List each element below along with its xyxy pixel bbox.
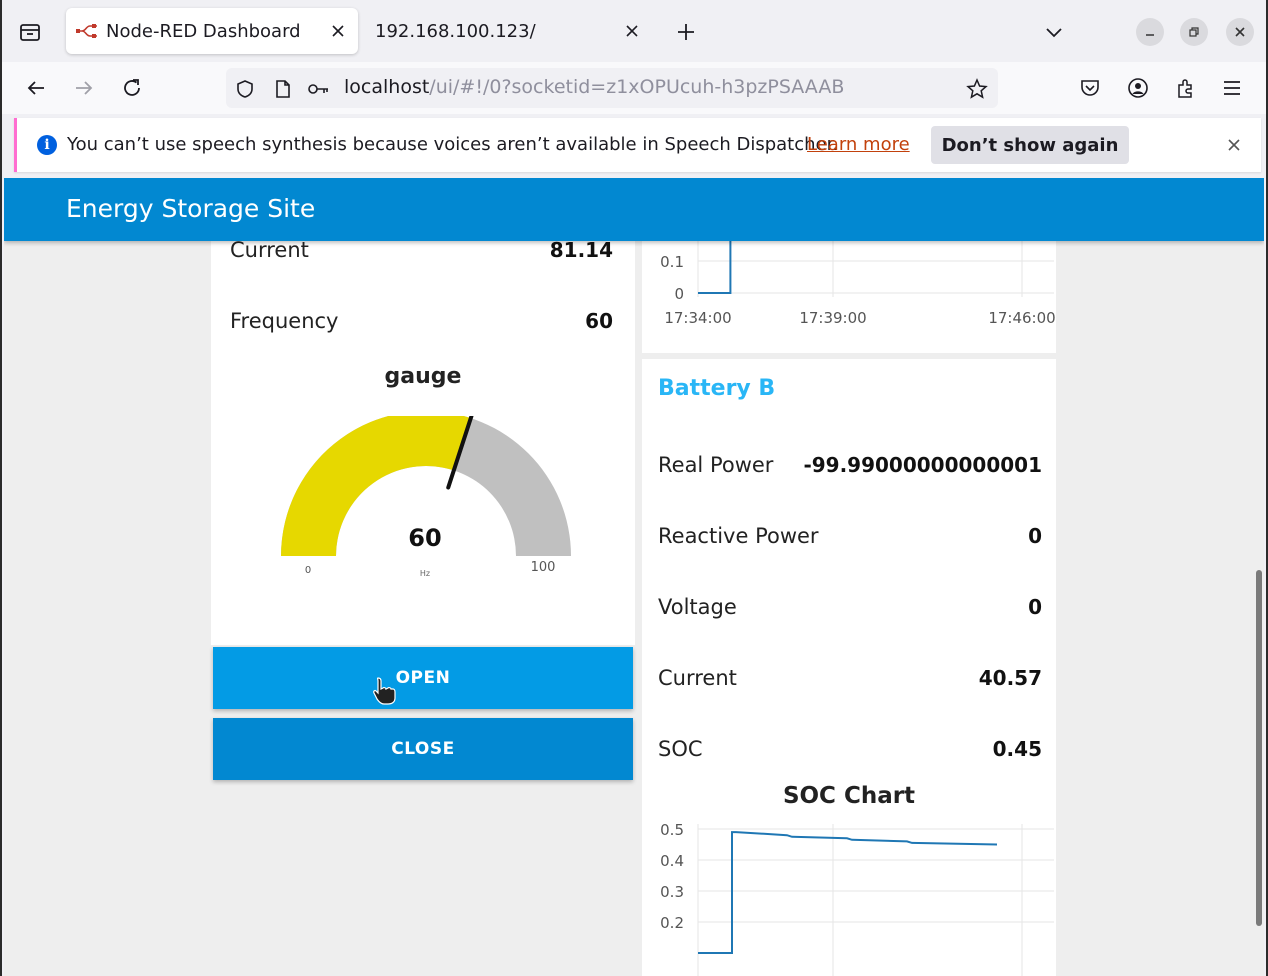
soc-series-line (698, 831, 998, 954)
list-all-tabs-icon[interactable] (1040, 18, 1068, 46)
url-path: /ui/#!/0?socketid=z1xOPUcuh-h3pzPSAAAB (429, 76, 845, 98)
info-icon: i (37, 135, 57, 155)
tab-title: 192.168.100.123/ (375, 20, 536, 42)
tab-remote-host[interactable]: 192.168.100.123/ (362, 8, 652, 54)
close-notification-icon[interactable] (1223, 134, 1245, 156)
soc-label: SOC (658, 737, 703, 761)
url-host: localhost (344, 76, 430, 98)
back-icon[interactable] (20, 72, 52, 104)
url-text[interactable]: localhost/ui/#!/0?socketid=z1xOPUcuh-h3p… (344, 76, 844, 98)
new-tab-icon[interactable] (672, 18, 700, 46)
voltage-value: 0 (1028, 595, 1042, 619)
key-icon[interactable] (308, 78, 330, 100)
top-chart-series-line (698, 229, 732, 294)
forward-icon[interactable] (68, 72, 100, 104)
soc-line-chart: 0.5 0.4 0.3 0.2 (660, 821, 1054, 976)
frequency-value: 60 (585, 309, 613, 333)
open-button[interactable]: OPEN (213, 647, 633, 709)
menu-icon[interactable] (1216, 72, 1248, 104)
close-tab-icon[interactable] (328, 21, 348, 41)
y-tick-label: 0.5 (660, 821, 684, 839)
tab-manager-icon[interactable] (16, 18, 44, 46)
extensions-icon[interactable] (1170, 72, 1202, 104)
shield-icon[interactable] (234, 78, 256, 100)
dashboard-title: Energy Storage Site (66, 194, 316, 223)
gauge-title: gauge (384, 364, 462, 389)
soc-chart-title: SOC Chart (782, 783, 916, 809)
tab-node-red-dashboard[interactable]: Node-RED Dashboard (66, 8, 358, 54)
tab-title: Node-RED Dashboard (106, 20, 301, 42)
x-tick-label: 17:46:00 (988, 309, 1055, 327)
hand-cursor-icon (373, 677, 396, 705)
real-power-value: -99.99000000000001 (803, 453, 1042, 477)
dashboard-toolbar: Energy Storage Site (4, 178, 1264, 241)
y-tick-label: 0.2 (660, 914, 684, 932)
reactive-power-label: Reactive Power (658, 524, 819, 548)
tab-strip: Node-RED Dashboard 192.168.100.123/ (2, 0, 1266, 62)
y-tick-label: 0.1 (660, 253, 684, 271)
close-button[interactable]: CLOSE (213, 718, 633, 780)
reactive-power-value: 0 (1028, 524, 1042, 548)
current-value: 81.14 (549, 238, 613, 262)
top-chart-card: 0.1 0 17:34:00 17:39:00 17:46:00 (642, 229, 1056, 353)
navigation-bar: localhost/ui/#!/0?socketid=z1xOPUcuh-h3p… (2, 62, 1266, 114)
restore-window-icon[interactable] (1180, 18, 1208, 46)
dont-show-again-button[interactable]: Don’t show again (931, 126, 1129, 164)
speech-notification-bar: i You can’t use speech synthesis because… (14, 118, 1261, 172)
soc-value: 0.45 (992, 737, 1042, 761)
notification-message: You can’t use speech synthesis because v… (67, 134, 839, 155)
current-label: Current (230, 238, 309, 262)
minimize-window-icon[interactable] (1136, 18, 1164, 46)
battery-b-title: Battery B (658, 376, 776, 401)
frequency-label: Frequency (230, 309, 339, 333)
bookmark-star-icon[interactable] (966, 78, 988, 100)
address-bar[interactable]: localhost/ui/#!/0?socketid=z1xOPUcuh-h3p… (226, 68, 998, 108)
y-tick-label: 0.3 (660, 883, 684, 901)
dashboard-page: Energy Storage Site Current 81.14 Freque… (4, 178, 1264, 976)
account-icon[interactable] (1122, 72, 1154, 104)
real-power-label: Real Power (658, 453, 774, 477)
y-tick-label: 0 (674, 285, 684, 303)
x-tick-label: 17:39:00 (799, 309, 866, 327)
current-value: 40.57 (978, 666, 1042, 690)
voltage-label: Voltage (658, 595, 737, 619)
battery-b-card: Battery B Real Power -99.99000000000001 … (642, 359, 1056, 976)
learn-more-link[interactable]: Learn more (807, 134, 910, 155)
close-window-icon[interactable] (1226, 18, 1254, 46)
gauge-max-label: 100 (531, 560, 556, 575)
top-line-chart: 0.1 0 17:34:00 17:39:00 17:46:00 (660, 229, 1056, 327)
page-scrollbar[interactable] (1256, 570, 1262, 926)
pocket-icon[interactable] (1074, 72, 1106, 104)
frequency-gauge: 60 Hz 0 100 (281, 416, 571, 578)
left-group-card: Current 81.14 Frequency 60 gauge 60 Hz 0… (211, 238, 635, 645)
gauge-min-label: 0 (305, 565, 311, 576)
page-icon[interactable] (272, 78, 294, 100)
browser-window: Node-RED Dashboard 192.168.100.123/ loca… (2, 0, 1266, 976)
close-tab-icon[interactable] (622, 21, 642, 41)
gauge-units: Hz (420, 569, 430, 578)
x-tick-label: 17:34:00 (664, 309, 731, 327)
gauge-value: 60 (408, 524, 441, 552)
gauge-fill (281, 416, 471, 556)
reload-icon[interactable] (116, 72, 148, 104)
node-red-favicon-icon (76, 21, 100, 41)
current-label: Current (658, 666, 737, 690)
y-tick-label: 0.4 (660, 852, 684, 870)
